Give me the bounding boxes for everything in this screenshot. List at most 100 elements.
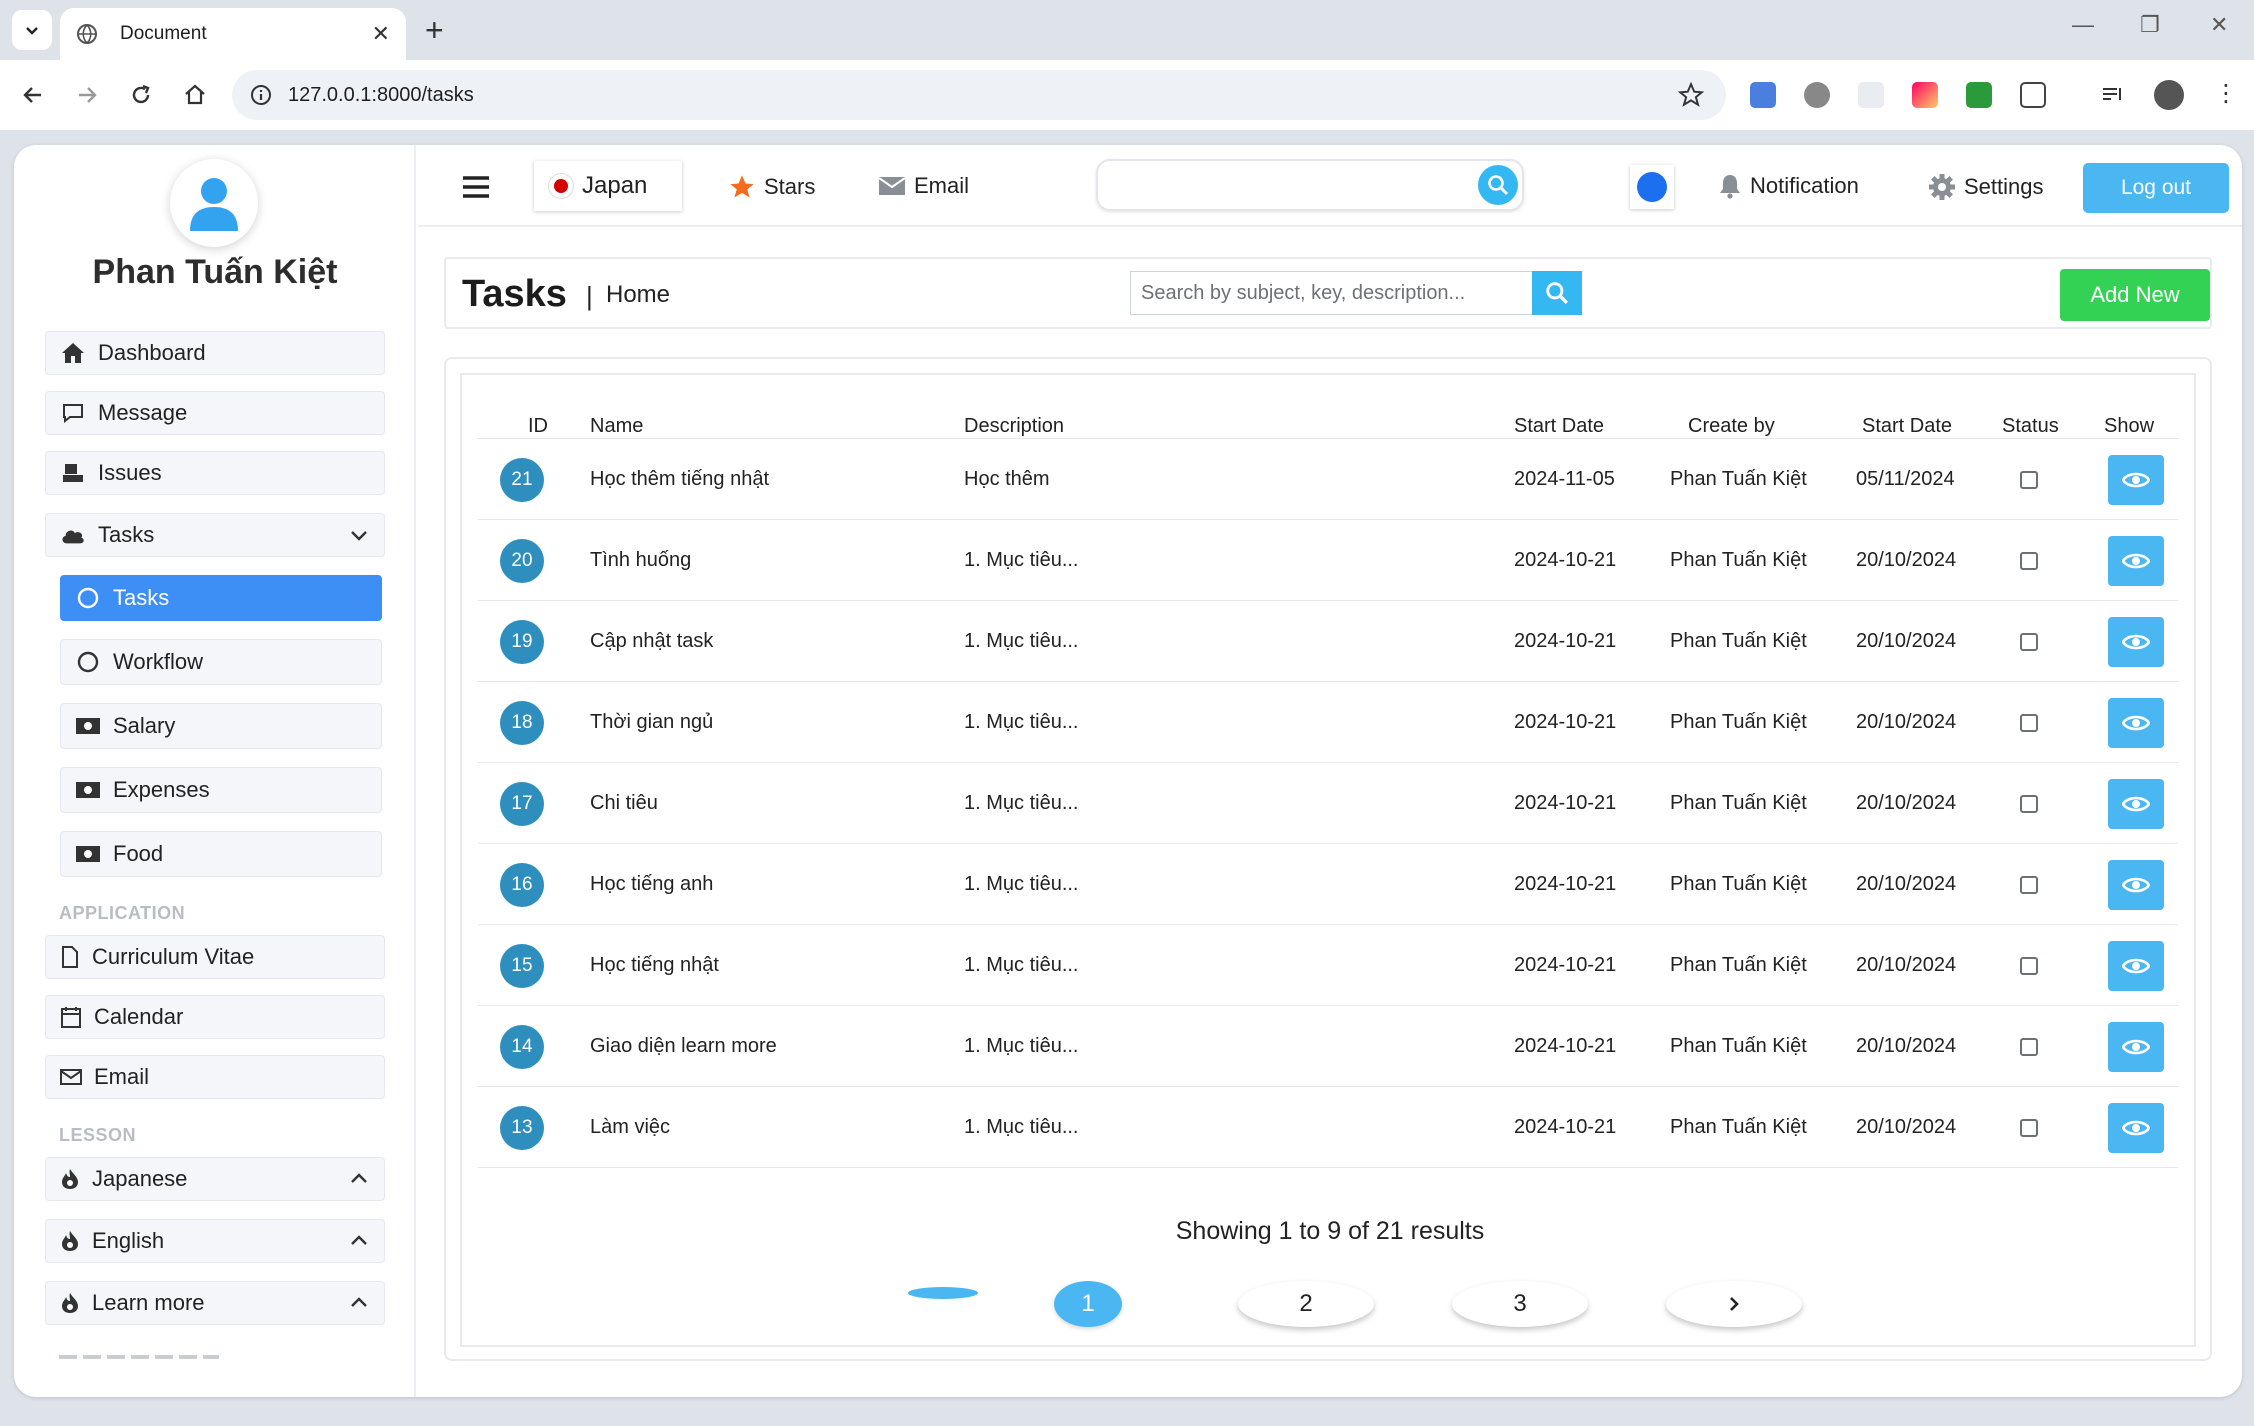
chevron-right-icon [1730,1297,1739,1311]
browser-tabstrip: Document ✕ + — ❐ ✕ [0,0,2254,60]
task-status-checkbox[interactable] [2020,713,2038,732]
add-new-button[interactable]: Add New [2060,269,2210,321]
table-row: 18 Thời gian ngủ 1. Mục tiêu... 2024-10-21 P… [478,681,2178,762]
table-row: 15 Học tiếng nhật 1. Mục tiêu... 2024-10-21… [478,924,2178,1005]
pagination-summary: Showing 1 to 9 of 21 results [1175,1217,1485,1245]
show-task-button[interactable] [2108,454,2164,505]
logout-button[interactable]: Log out [2083,163,2229,213]
sidebar-subitem-food[interactable]: Food [60,831,382,877]
translate-extension-icon[interactable] [1750,82,1776,108]
url-text: 127.0.0.1:8000/tasks [288,83,474,106]
task-start-date: 2024-10-21 [1514,792,1617,814]
task-search-input[interactable]: Search by subject, key, description... [1130,271,1532,315]
show-task-button[interactable] [2108,535,2164,586]
task-status-checkbox[interactable] [2020,470,2038,489]
email-link[interactable]: Email [878,173,969,199]
table-row: 20 Tình huống 1. Mục tiêu... 2024-10-21 Phan… [478,519,2178,600]
pagination-next[interactable] [1666,1281,1802,1327]
sidebar-item-issues[interactable]: Issues [45,451,385,495]
task-search-button[interactable] [1532,271,1582,315]
forward-button[interactable] [70,78,104,112]
sidebar-subitem-tasks[interactable]: Tasks [60,575,382,621]
minimize-button[interactable]: — [2072,12,2094,38]
show-task-button[interactable] [2108,697,2164,748]
pagination-page-1[interactable]: 1 [1054,1281,1122,1327]
reload-button[interactable] [124,78,158,112]
task-created-by: Phan Tuấn Kiệt [1670,954,1807,976]
star-icon [730,175,754,198]
table-row: 14 Giao diện learn more 1. Mục tiêu... 2024… [478,1005,2178,1086]
site-info-icon[interactable] [250,84,272,106]
task-status-checkbox[interactable] [2020,1118,2038,1137]
show-task-button[interactable] [2108,859,2164,910]
circle-icon [77,651,99,673]
task-name: Làm việc [590,1116,671,1138]
show-task-button[interactable] [2108,1021,2164,1072]
restore-button[interactable]: ❐ [2140,12,2160,38]
browser-tab[interactable]: Document ✕ [60,8,406,60]
bookmark-star-icon[interactable] [1678,82,1704,108]
puzzle-icon[interactable] [2020,82,2046,108]
task-description: 1. Mục tiêu... [964,1035,1079,1057]
task-status-checkbox[interactable] [2020,956,2038,975]
profile-avatar[interactable] [2154,80,2184,110]
top-search-button[interactable] [1478,165,1518,205]
task-status-checkbox[interactable] [2020,632,2038,651]
sidebar-item-message[interactable]: Message [45,391,385,435]
pagination-page-2[interactable]: 2 [1238,1281,1374,1327]
task-status-checkbox[interactable] [2020,875,2038,894]
new-tab-button[interactable]: + [425,12,444,48]
breadcrumb[interactable]: Home [606,281,670,309]
hamburger-menu-icon[interactable] [462,175,490,199]
screenshot-extension-icon[interactable] [1858,82,1884,108]
envelope-icon [878,177,906,195]
task-created-by: Phan Tuấn Kiệt [1670,468,1807,490]
task-name: Học thêm tiếng nhật [590,468,769,490]
sidebar-subitem-salary[interactable]: Salary [60,703,382,749]
record-extension-icon[interactable] [1804,82,1830,108]
sidebar-subitem-workflow[interactable]: Workflow [60,639,382,685]
language-button[interactable]: Japan [534,161,682,211]
address-bar[interactable]: 127.0.0.1:8000/tasks [232,70,1726,120]
task-status-checkbox[interactable] [2020,551,2038,570]
task-status-checkbox[interactable] [2020,794,2038,813]
show-task-button[interactable] [2108,1102,2164,1153]
show-task-button[interactable] [2108,940,2164,991]
show-task-button[interactable] [2108,778,2164,829]
settings-link[interactable]: Settings [1928,173,2044,201]
sidebar-item-japanese[interactable]: Japanese [45,1157,385,1201]
briefcase-extension-icon[interactable] [1966,82,1992,108]
task-description: 1. Mục tiêu... [964,954,1079,976]
pagination-prev[interactable] [908,1287,978,1299]
back-button[interactable] [16,78,50,112]
task-status-checkbox[interactable] [2020,1037,2038,1056]
sidebar-item-calendar[interactable]: Calendar [45,995,385,1039]
media-control-icon[interactable] [2100,82,2126,108]
sidebar: Phan Tuấn Kiệt Dashboard Message Issues … [14,145,416,1397]
sidebar-item-dashboard[interactable]: Dashboard [45,331,385,375]
avatar[interactable] [170,159,258,247]
stars-link[interactable]: Stars [728,173,815,201]
notification-link[interactable]: Notification [1718,173,1859,199]
home-button[interactable] [178,78,212,112]
close-window-button[interactable]: ✕ [2210,12,2228,38]
search-icon [1546,282,1568,304]
top-search-input[interactable] [1096,159,1524,211]
color-extension-icon[interactable] [1912,82,1938,108]
browser-menu-icon[interactable]: ⋮ [2214,82,2240,108]
task-id-badge: 21 [500,457,544,502]
user-icon [190,178,238,231]
sidebar-item-learn-more[interactable]: Learn more [45,1281,385,1325]
sidebar-item-tasks[interactable]: Tasks [45,513,385,557]
sidebar-item-english[interactable]: English [45,1219,385,1263]
sidebar-item-label: Calendar [94,1004,184,1029]
sidebar-item-email[interactable]: Email [45,1055,385,1099]
sidebar-item-curriculum-vitae[interactable]: Curriculum Vitae [45,935,385,979]
status-indicator-button[interactable] [1630,165,1674,209]
show-task-button[interactable] [2108,616,2164,667]
tab-close-icon[interactable]: ✕ [372,21,390,47]
task-id-badge: 14 [500,1024,544,1069]
tab-search-button[interactable] [12,10,52,50]
sidebar-subitem-expenses[interactable]: Expenses [60,767,382,813]
pagination-page-3[interactable]: 3 [1452,1281,1588,1327]
